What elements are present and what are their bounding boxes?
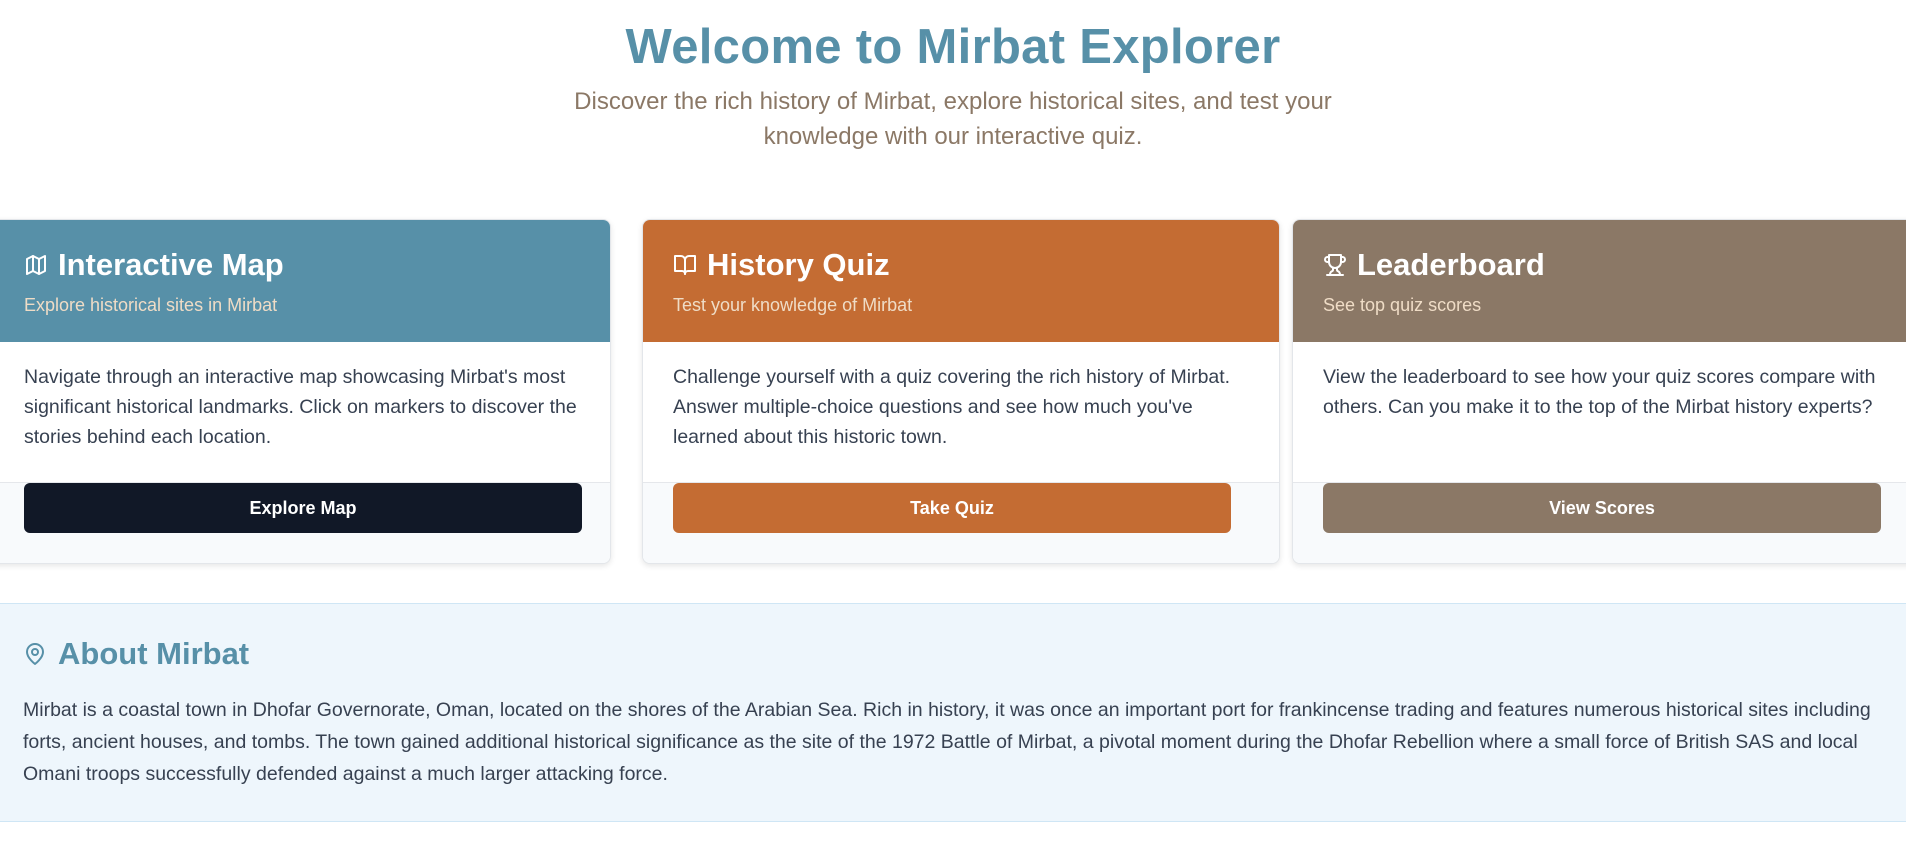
view-scores-button[interactable]: View Scores bbox=[1323, 483, 1881, 533]
hero-section: Welcome to Mirbat Explorer Discover the … bbox=[0, 0, 1906, 154]
card-header: Leaderboard See top quiz scores bbox=[1293, 220, 1906, 342]
about-section: About Mirbat Mirbat is a coastal town in… bbox=[0, 603, 1906, 822]
page: Welcome to Mirbat Explorer Discover the … bbox=[0, 0, 1906, 862]
card-interactive-map: Interactive Map Explore historical sites… bbox=[0, 219, 611, 564]
book-open-icon bbox=[674, 255, 696, 275]
about-text: Mirbat is a coastal town in Dhofar Gover… bbox=[23, 699, 1871, 785]
map-pin-icon bbox=[26, 643, 44, 665]
card-header: History Quiz Test your knowledge of Mirb… bbox=[643, 220, 1279, 342]
card-title: History Quiz bbox=[707, 247, 890, 282]
card-title: Interactive Map bbox=[58, 247, 284, 282]
card-footer: View Scores bbox=[1293, 482, 1906, 563]
take-quiz-button[interactable]: Take Quiz bbox=[673, 483, 1231, 533]
card-description: View the leaderboard to see how your qui… bbox=[1323, 366, 1876, 418]
card-subtitle: Explore historical sites in Mirbat bbox=[24, 295, 278, 315]
page-subtitle: Discover the rich history of Mirbat, exp… bbox=[574, 88, 1332, 150]
card-history-quiz: History Quiz Test your knowledge of Mirb… bbox=[642, 219, 1280, 564]
card-leaderboard: Leaderboard See top quiz scores View the… bbox=[1292, 219, 1906, 564]
card-footer: Explore Map bbox=[0, 482, 610, 563]
card-subtitle: Test your knowledge of Mirbat bbox=[673, 295, 913, 315]
feature-cards: Interactive Map Explore historical sites… bbox=[0, 219, 1906, 564]
card-header: Interactive Map Explore historical sites… bbox=[0, 220, 610, 342]
card-description: Challenge yourself with a quiz covering … bbox=[673, 366, 1231, 448]
card-footer: Take Quiz bbox=[643, 482, 1279, 563]
card-title: Leaderboard bbox=[1357, 247, 1545, 282]
trophy-icon bbox=[1324, 254, 1346, 276]
page-title: Welcome to Mirbat Explorer bbox=[625, 20, 1281, 74]
card-subtitle: See top quiz scores bbox=[1323, 295, 1482, 315]
about-title: About Mirbat bbox=[58, 636, 250, 671]
map-icon bbox=[26, 255, 46, 275]
card-description: Navigate through an interactive map show… bbox=[24, 366, 577, 448]
explore-map-button[interactable]: Explore Map bbox=[24, 483, 582, 533]
